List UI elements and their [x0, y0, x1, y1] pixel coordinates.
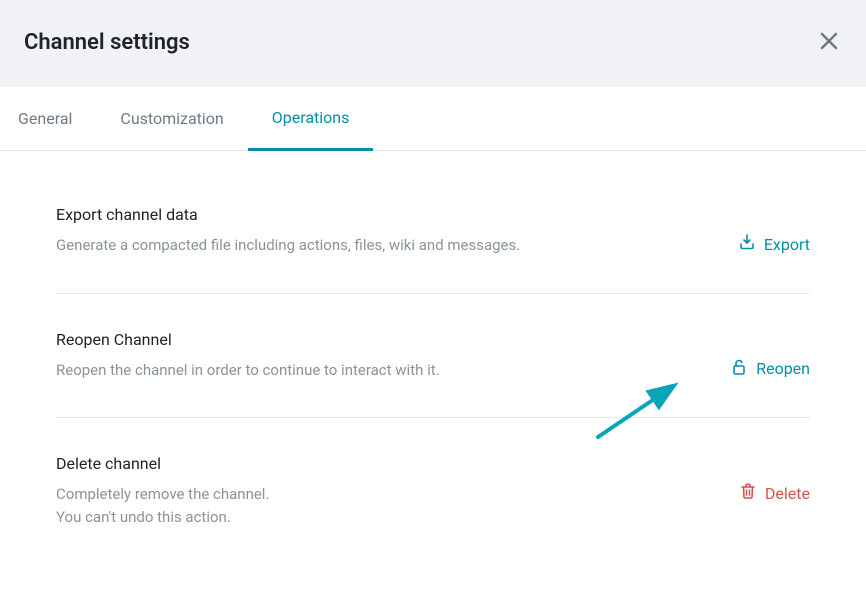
reopen-button-label: Reopen — [756, 359, 810, 378]
section-reopen-title: Reopen Channel — [56, 330, 710, 349]
page-title: Channel settings — [24, 30, 190, 55]
section-export-title: Export channel data — [56, 205, 718, 224]
section-reopen: Reopen Channel Reopen the channel in ord… — [56, 330, 810, 419]
unlock-icon — [730, 358, 748, 380]
section-delete-desc-line1: Completely remove the channel. — [56, 483, 719, 506]
section-delete-desc-line2: You can't undo this action. — [56, 506, 719, 529]
delete-button-label: Delete — [765, 484, 810, 503]
trash-icon — [739, 482, 757, 504]
download-icon — [738, 233, 756, 255]
section-reopen-desc: Reopen the channel in order to continue … — [56, 359, 710, 382]
tab-customization[interactable]: Customization — [96, 87, 247, 150]
close-button[interactable] — [816, 28, 842, 57]
export-button[interactable]: Export — [738, 233, 810, 255]
section-export-desc: Generate a compacted file including acti… — [56, 234, 718, 257]
content-area: Export channel data Generate a compacted… — [0, 151, 866, 564]
section-reopen-text: Reopen Channel Reopen the channel in ord… — [56, 330, 730, 382]
section-export-text: Export channel data Generate a compacted… — [56, 205, 738, 257]
section-delete-desc: Completely remove the channel. You can't… — [56, 483, 719, 528]
section-delete: Delete channel Completely remove the cha… — [56, 454, 810, 564]
tab-general[interactable]: General — [16, 87, 96, 150]
export-button-label: Export — [764, 235, 810, 254]
section-delete-text: Delete channel Completely remove the cha… — [56, 454, 739, 528]
tab-bar: General Customization Operations — [0, 87, 866, 151]
modal-header: Channel settings — [0, 0, 866, 87]
close-icon — [820, 32, 838, 53]
section-export: Export channel data Generate a compacted… — [56, 205, 810, 294]
delete-button[interactable]: Delete — [739, 482, 810, 504]
reopen-button[interactable]: Reopen — [730, 358, 810, 380]
tab-operations[interactable]: Operations — [248, 87, 374, 151]
section-delete-title: Delete channel — [56, 454, 719, 473]
